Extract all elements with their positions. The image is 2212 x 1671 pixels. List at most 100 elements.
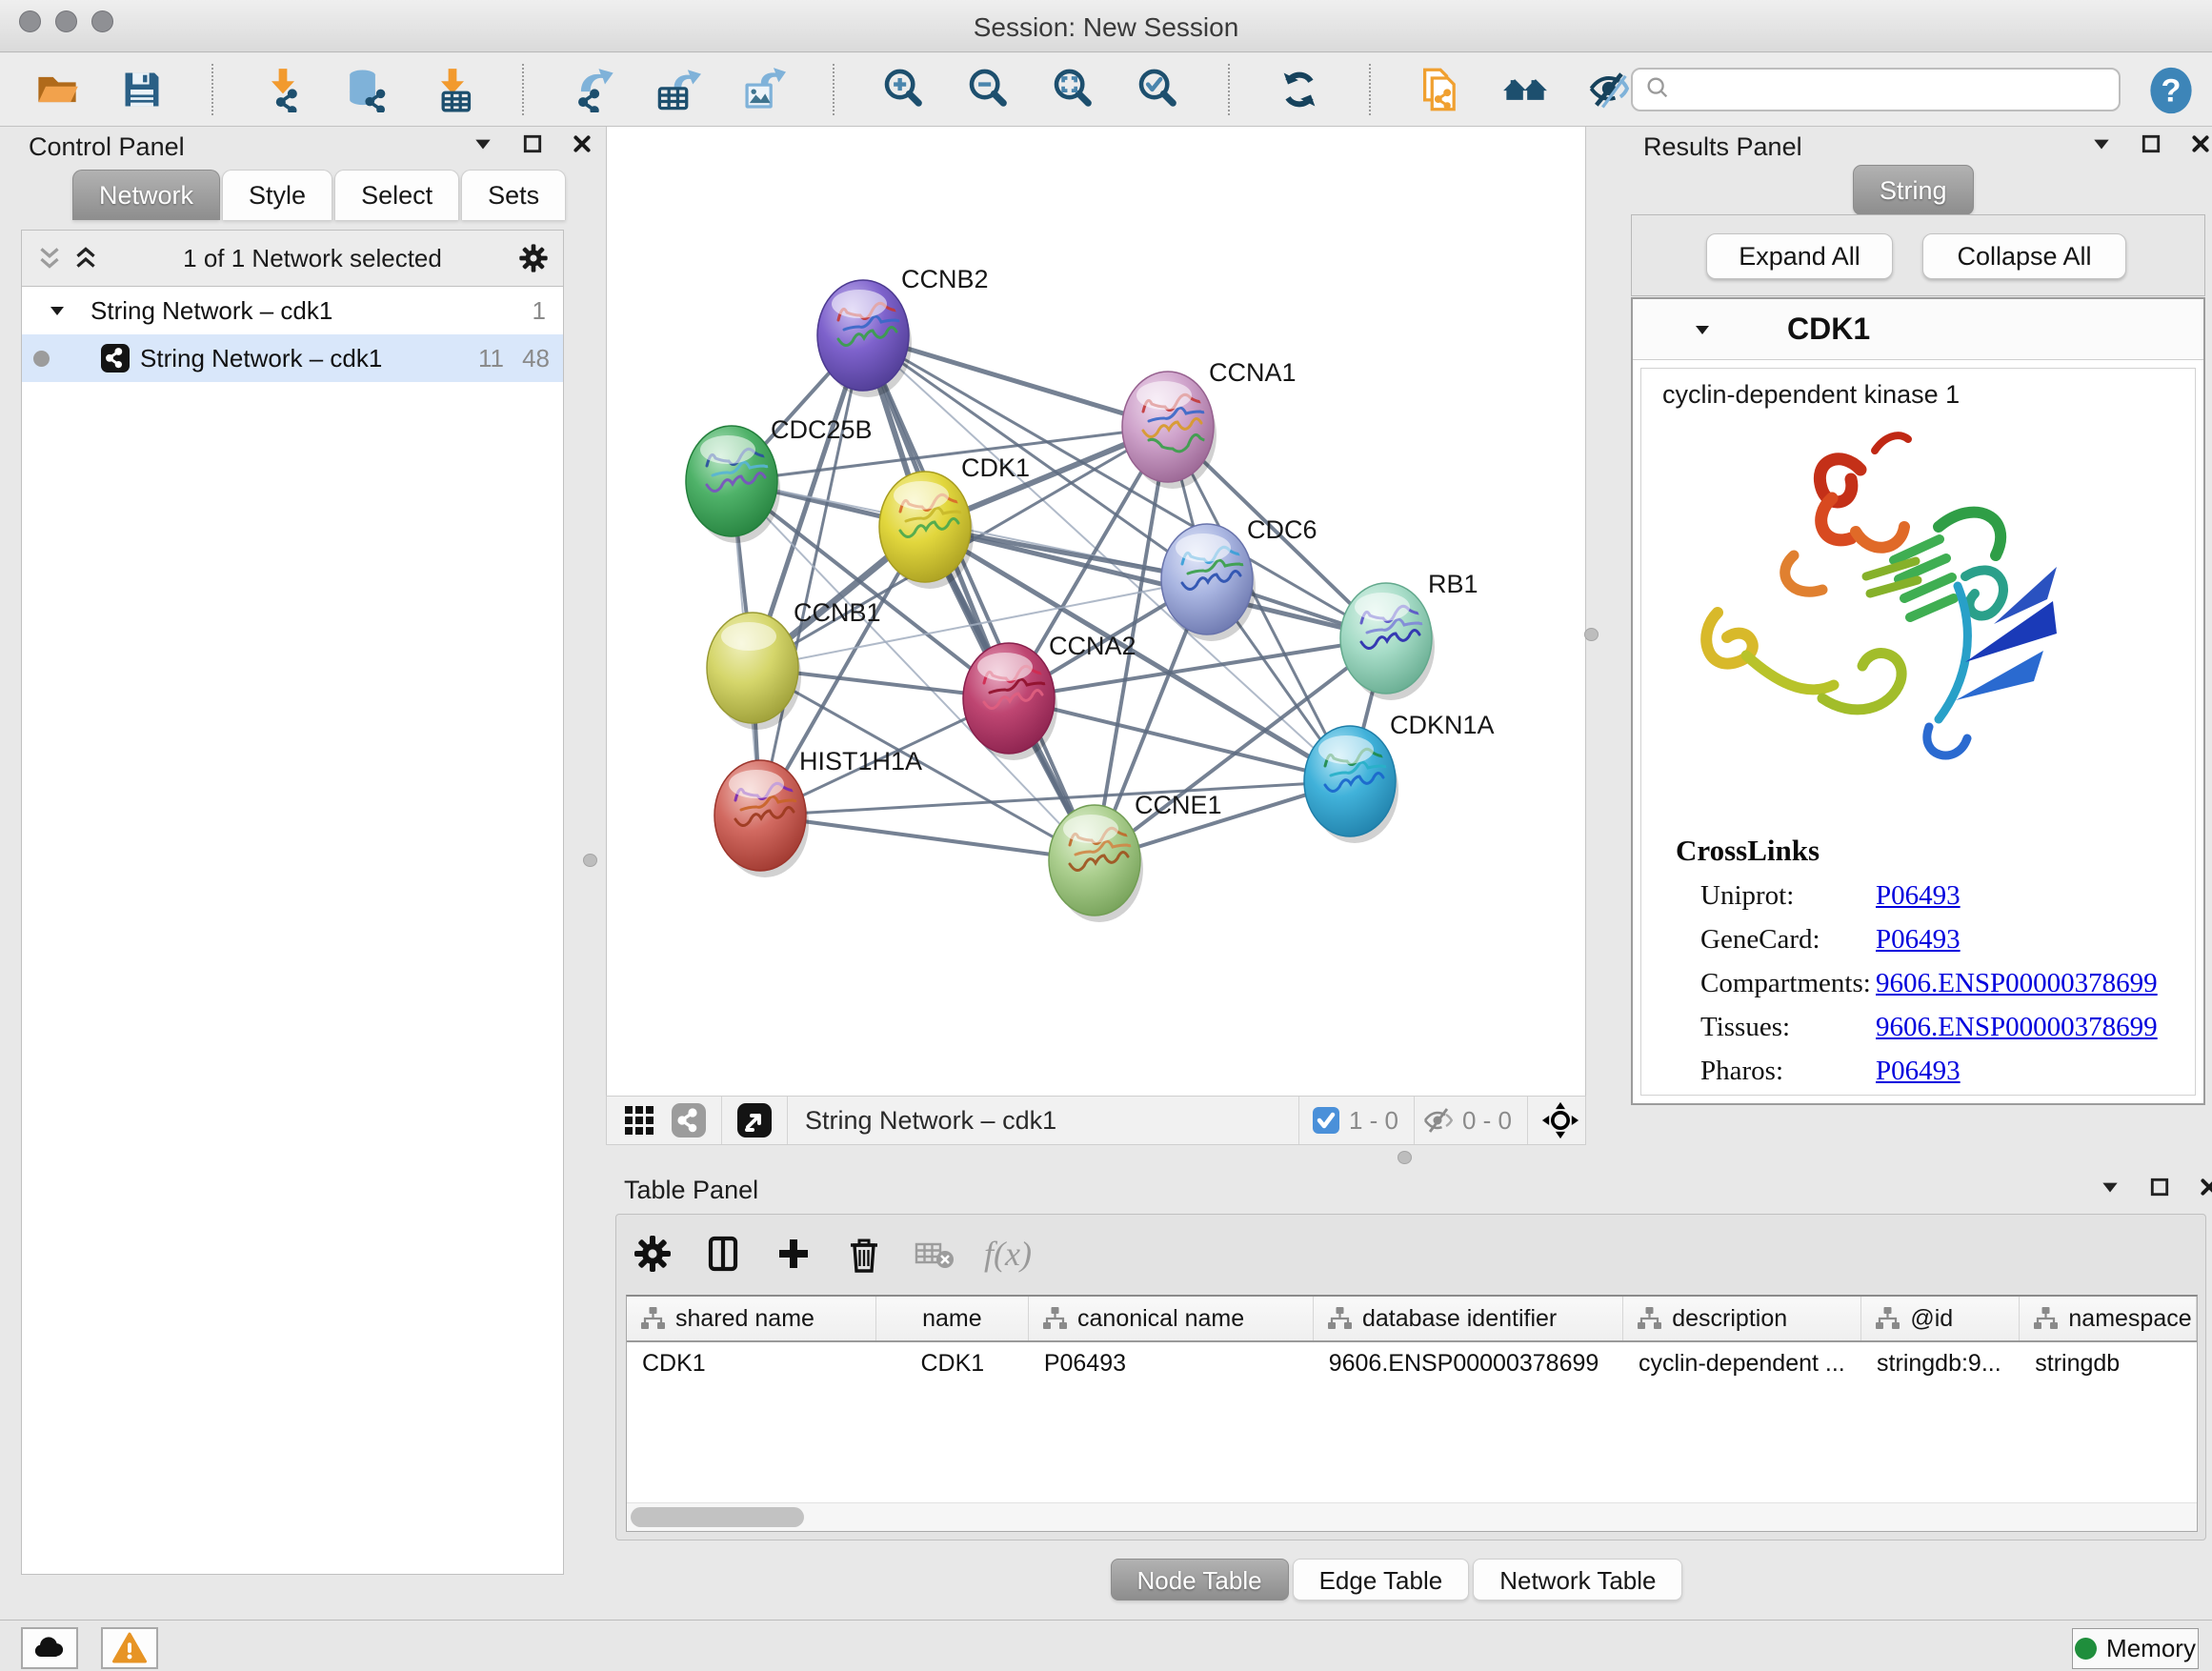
table-panel-close-button[interactable] [2199, 1176, 2212, 1198]
table-row[interactable]: CDK1CDK1P064939606.ENSP00000378699cyclin… [627, 1342, 2197, 1384]
bottom-splitter-handle[interactable] [1398, 1151, 1412, 1164]
left-splitter-handle[interactable] [583, 854, 597, 867]
network-node-CCNB1[interactable]: CCNB1 [707, 598, 881, 730]
crosslink-value[interactable]: 9606.ENSP00000378699 [1876, 1012, 2158, 1043]
crosslink-value[interactable]: P06493 [1876, 880, 1961, 912]
hidden-eye-icon[interactable] [1422, 1106, 1455, 1135]
column-header-namespace[interactable]: namespace [2020, 1297, 2197, 1340]
tab-sets[interactable]: Sets [461, 170, 566, 220]
warning-button[interactable] [101, 1627, 158, 1669]
network-badge-gray-icon[interactable] [670, 1101, 708, 1139]
function-builder-button[interactable]: f(x) [984, 1232, 1032, 1276]
network-node-CCNE1[interactable]: CCNE1 [1049, 791, 1222, 922]
crosslink-value[interactable]: P06493 [1876, 1056, 1961, 1087]
network-row[interactable]: String Network – cdk1 11 48 [22, 334, 563, 382]
hscrollbar-thumb[interactable] [631, 1507, 804, 1527]
crosslink-label: Tissues: [1700, 1012, 1876, 1043]
network-node-label: CDC6 [1247, 515, 1317, 544]
gene-description: cyclin-dependent kinase 1 [1662, 380, 1960, 410]
network-node-RB1[interactable]: RB1 [1340, 570, 1478, 700]
memory-button[interactable]: Memory [2072, 1628, 2199, 1669]
results-panel-collapse-button[interactable] [2091, 132, 2114, 155]
network-node-CDC25B[interactable]: CDC25B [686, 415, 873, 543]
column-header--id[interactable]: @id [1861, 1297, 2020, 1340]
delete-column-icon[interactable] [843, 1232, 887, 1276]
help-button[interactable]: ? [2143, 64, 2199, 119]
network-node-CCNA2[interactable]: CCNA2 [963, 632, 1136, 760]
titlebar: Session: New Session [0, 0, 2212, 52]
collection-count: 1 [533, 296, 546, 326]
network-node-CDKN1A[interactable]: CDKN1A [1304, 711, 1495, 843]
tab-network-table[interactable]: Network Table [1473, 1559, 1682, 1601]
control-panel-float-button[interactable] [522, 132, 545, 155]
chevron-double-down-icon[interactable] [35, 244, 64, 272]
column-header-label: @id [1910, 1305, 1953, 1333]
birds-eye-view-icon[interactable] [1541, 1101, 1579, 1139]
network-node-CCNB2[interactable]: CCNB2 [817, 265, 989, 397]
first-neighbors-icon[interactable] [1500, 65, 1550, 114]
export-image-icon[interactable] [738, 65, 788, 114]
results-panel-close-button[interactable] [2190, 132, 2212, 155]
export-network-icon[interactable] [569, 65, 618, 114]
zoom-selected-icon[interactable] [1134, 65, 1183, 114]
delete-table-icon[interactable] [914, 1232, 957, 1276]
show-columns-icon[interactable] [702, 1232, 746, 1276]
crosslink-value[interactable]: 9606.ENSP00000378699 [1876, 968, 2158, 999]
expand-all-button[interactable]: Expand All [1706, 233, 1893, 279]
tree-expanded-icon[interactable] [1692, 319, 1713, 340]
grid-view-icon[interactable] [620, 1101, 658, 1139]
right-splitter-handle[interactable] [1584, 628, 1599, 641]
clone-network-icon[interactable] [1416, 65, 1465, 114]
table-hscrollbar [627, 1502, 2197, 1531]
zoom-fit-icon[interactable] [1049, 65, 1098, 114]
search-input[interactable] [1679, 75, 2107, 105]
tab-node-table[interactable]: Node Table [1111, 1559, 1289, 1601]
tab-style[interactable]: Style [222, 170, 332, 220]
export-table-icon[interactable] [654, 65, 703, 114]
add-column-icon[interactable] [773, 1232, 816, 1276]
network-collection-row[interactable]: String Network – cdk1 1 [22, 287, 563, 334]
table-settings-gear-icon[interactable] [632, 1232, 675, 1276]
hide-selected-icon[interactable] [1585, 65, 1635, 114]
tab-string[interactable]: String [1853, 165, 1974, 215]
import-network-database-icon[interactable] [343, 65, 392, 114]
collapse-all-button[interactable]: Collapse All [1922, 233, 2126, 279]
tab-select[interactable]: Select [334, 170, 459, 220]
column-header-name[interactable]: name [876, 1297, 1029, 1340]
detach-view-icon[interactable] [735, 1101, 774, 1139]
network-canvas[interactable]: CCNB2 CCNA1 CDC25B CDK1 CDC6 [606, 127, 1586, 1096]
gene-header-row[interactable]: CDK1 [1633, 299, 2203, 360]
control-panel-close-button[interactable] [572, 132, 594, 155]
column-header-description[interactable]: description [1623, 1297, 1861, 1340]
column-header-shared-name[interactable]: shared name [627, 1297, 876, 1340]
tab-edge-table[interactable]: Edge Table [1293, 1559, 1470, 1601]
refresh-icon[interactable] [1275, 65, 1324, 114]
table-panel-float-button[interactable] [2149, 1176, 2172, 1198]
zoom-out-icon[interactable] [964, 65, 1014, 114]
network-node-label: CDKN1A [1390, 711, 1495, 739]
table-header-row: shared namenamecanonical namedatabase id… [627, 1297, 2197, 1342]
network-node-CDC6[interactable]: CDC6 [1161, 515, 1317, 641]
import-network-file-icon[interactable] [258, 65, 308, 114]
crosslink-row: Compartments:9606.ENSP00000378699 [1641, 961, 2195, 1005]
crosslink-value[interactable]: P06493 [1876, 924, 1961, 956]
open-session-icon[interactable] [32, 65, 82, 114]
tab-network[interactable]: Network [72, 170, 220, 220]
chevron-double-up-icon[interactable] [71, 244, 100, 272]
network-edge[interactable] [760, 815, 1095, 860]
cloud-button[interactable] [21, 1627, 78, 1669]
network-edge[interactable] [863, 335, 1095, 860]
network-edge[interactable] [760, 335, 863, 815]
results-panel-float-button[interactable] [2141, 132, 2163, 155]
column-header-canonical-name[interactable]: canonical name [1029, 1297, 1314, 1340]
network-options-gear-icon[interactable] [517, 242, 550, 274]
table-panel-collapse-button[interactable] [2100, 1176, 2122, 1198]
column-header-database-identifier[interactable]: database identifier [1314, 1297, 1623, 1340]
zoom-in-icon[interactable] [879, 65, 929, 114]
selected-checkbox-icon[interactable] [1311, 1105, 1341, 1136]
save-session-icon[interactable] [117, 65, 167, 114]
control-panel-collapse-button[interactable] [473, 132, 495, 155]
import-table-file-icon[interactable] [428, 65, 477, 114]
toolbar-separator [522, 64, 524, 115]
tree-expanded-icon[interactable] [47, 300, 68, 321]
